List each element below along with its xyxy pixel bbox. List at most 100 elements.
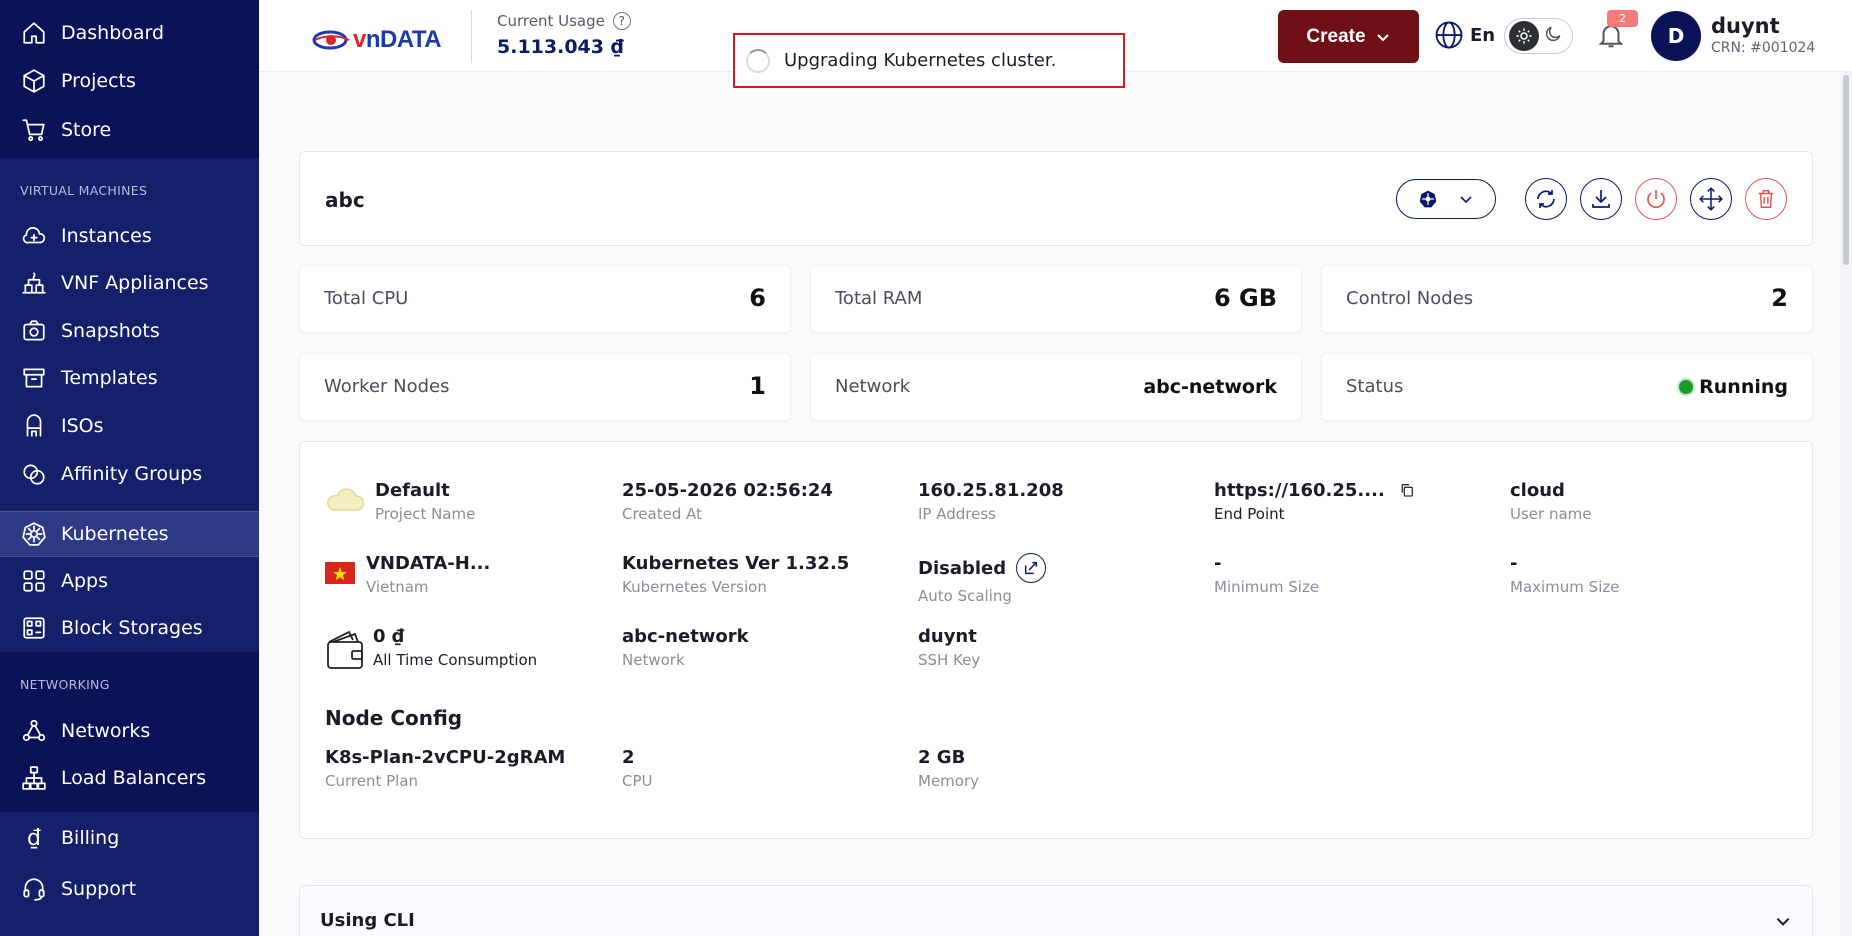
stat-label: Control Nodes — [1346, 288, 1474, 309]
language-selector[interactable]: En — [1434, 20, 1495, 50]
sidebar-item-projects[interactable]: Projects — [0, 58, 259, 104]
stat-worker-nodes: Worker Nodes 1 — [299, 353, 791, 421]
moon-icon — [1543, 24, 1563, 48]
stat-label: Total RAM — [835, 288, 923, 309]
vndata-logo[interactable]: vnDATA — [311, 26, 442, 54]
sidebar-item-kubernetes[interactable]: Kubernetes — [0, 511, 259, 557]
field-minimum-size: - Minimum Size — [1214, 553, 1319, 596]
field-key: Project Name — [375, 505, 476, 523]
apps-icon — [20, 567, 48, 595]
disc-icon — [20, 412, 48, 440]
storage-icon — [20, 614, 48, 642]
theme-toggle[interactable] — [1504, 18, 1573, 54]
sidebar-item-templates[interactable]: Templates — [0, 355, 259, 401]
power-icon — [1647, 190, 1665, 209]
field-value: - — [1214, 553, 1222, 574]
section-label-networking: NETWORKING — [20, 677, 110, 692]
chevron-down-icon — [1376, 33, 1389, 41]
field-ssh-key: duynt SSH Key — [918, 626, 980, 669]
notification-count-badge: 2 — [1607, 10, 1638, 27]
upgrade-toast: Upgrading Kubernetes cluster. — [733, 33, 1125, 88]
sidebar-net-group: NETWORKING Networks Load Balancers — [0, 652, 259, 812]
sidebar-top-group: Dashboard Projects Store — [0, 0, 259, 158]
cloud-icon — [20, 222, 48, 250]
create-button-label: Create — [1306, 25, 1366, 47]
sidebar-item-dashboard[interactable]: Dashboard — [0, 10, 259, 56]
sidebar-item-apps[interactable]: Apps — [0, 558, 259, 604]
help-icon[interactable]: ? — [612, 12, 631, 30]
download-button[interactable] — [1580, 178, 1622, 220]
sun-icon — [1509, 21, 1539, 51]
logo-text: nDATA — [365, 26, 442, 53]
power-button[interactable] — [1635, 178, 1677, 220]
trash-icon — [1758, 190, 1774, 208]
kubernetes-actions-dropdown[interactable] — [1396, 179, 1496, 219]
stat-value: abc-network — [1143, 376, 1277, 398]
avatar[interactable]: D — [1651, 11, 1701, 61]
sidebar-item-store[interactable]: Store — [0, 107, 259, 153]
refresh-button[interactable] — [1525, 178, 1567, 220]
field-user-name: cloud User name — [1510, 480, 1592, 523]
chevron-down-icon — [1460, 196, 1472, 204]
sidebar-item-load-balancers[interactable]: Load Balancers — [0, 755, 259, 801]
logo-text-prefix: v — [353, 26, 366, 53]
sidebar-item-affinity-groups[interactable]: Affinity Groups — [0, 451, 259, 497]
field-value: K8s-Plan-2vCPU-2gRAM — [325, 747, 566, 768]
field-value: cloud — [1510, 480, 1565, 501]
camera-icon — [20, 317, 48, 345]
stat-network: Network abc-network — [810, 353, 1302, 421]
sidebar-item-label: VNF Appliances — [61, 272, 209, 294]
firewall-icon — [20, 269, 48, 297]
copy-icon[interactable] — [1399, 482, 1415, 498]
language-label: En — [1470, 24, 1496, 46]
scale-button[interactable] — [1690, 178, 1732, 220]
field-value: 160.25.81.208 — [918, 480, 1064, 501]
sidebar-item-support[interactable]: Support — [0, 866, 259, 912]
headset-icon — [20, 875, 48, 903]
sidebar-item-instances[interactable]: Instances — [0, 213, 259, 259]
field-value: abc-network — [622, 626, 749, 647]
field-kubernetes-version: Kubernetes Ver 1.32.5 Kubernetes Version — [622, 553, 849, 596]
node-config-heading: Node Config — [325, 706, 463, 730]
sidebar-item-block-storages[interactable]: Block Storages — [0, 605, 259, 651]
cluster-actions — [1396, 178, 1787, 220]
scrollbar-thumb[interactable] — [1843, 75, 1849, 265]
stat-total-cpu: Total CPU 6 — [299, 265, 791, 333]
sidebar-item-vnf-appliances[interactable]: VNF Appliances — [0, 260, 259, 306]
refresh-icon — [1537, 190, 1555, 208]
sidebar-item-billing[interactable]: ₫ Billing — [0, 815, 259, 861]
header-divider — [471, 10, 472, 63]
field-auto-scaling: Disabled Auto Scaling — [918, 553, 1047, 605]
sidebar-item-networks[interactable]: Networks — [0, 708, 259, 754]
field-key: Auto Scaling — [918, 587, 1012, 605]
field-value: Default — [375, 480, 450, 501]
field-key: SSH Key — [918, 651, 981, 669]
status-badge: Running — [1677, 376, 1788, 398]
field-zone: VNDATA-H... Vietnam — [366, 553, 490, 596]
network-icon — [20, 717, 48, 745]
field-key: Minimum Size — [1214, 578, 1320, 596]
field-key: End Point — [1214, 505, 1285, 523]
field-end-point: https://160.25.... End Point — [1214, 480, 1415, 523]
sidebar-item-isos[interactable]: ISOs — [0, 403, 259, 449]
stat-value: 2 — [1771, 284, 1788, 312]
sidebar-item-label: ISOs — [61, 415, 104, 437]
field-current-plan: K8s-Plan-2vCPU-2gRAM Current Plan — [325, 747, 565, 790]
download-icon — [1592, 190, 1610, 208]
sidebar-item-label: Support — [61, 878, 137, 900]
current-usage-label: Current Usage ? — [497, 12, 631, 30]
delete-button[interactable] — [1745, 178, 1787, 220]
edit-auto-scaling-icon[interactable] — [1016, 553, 1047, 583]
sidebar-item-snapshots[interactable]: Snapshots — [0, 308, 259, 354]
field-key: Created At — [622, 505, 703, 523]
field-key: Maximum Size — [1510, 578, 1620, 596]
user-name[interactable]: duynt — [1711, 14, 1780, 38]
sidebar-item-label: Affinity Groups — [61, 463, 203, 485]
globe-icon — [1435, 21, 1463, 49]
sidebar-vm-group: VIRTUAL MACHINES Instances VNF Appliance… — [0, 158, 259, 652]
field-cpu: 2 CPU — [622, 747, 653, 790]
using-cli-accordion[interactable]: Using CLI — [299, 885, 1813, 936]
field-ip-address: 160.25.81.208 IP Address — [918, 480, 1064, 523]
move-arrows-icon — [1699, 187, 1723, 211]
create-button[interactable]: Create — [1278, 10, 1419, 63]
